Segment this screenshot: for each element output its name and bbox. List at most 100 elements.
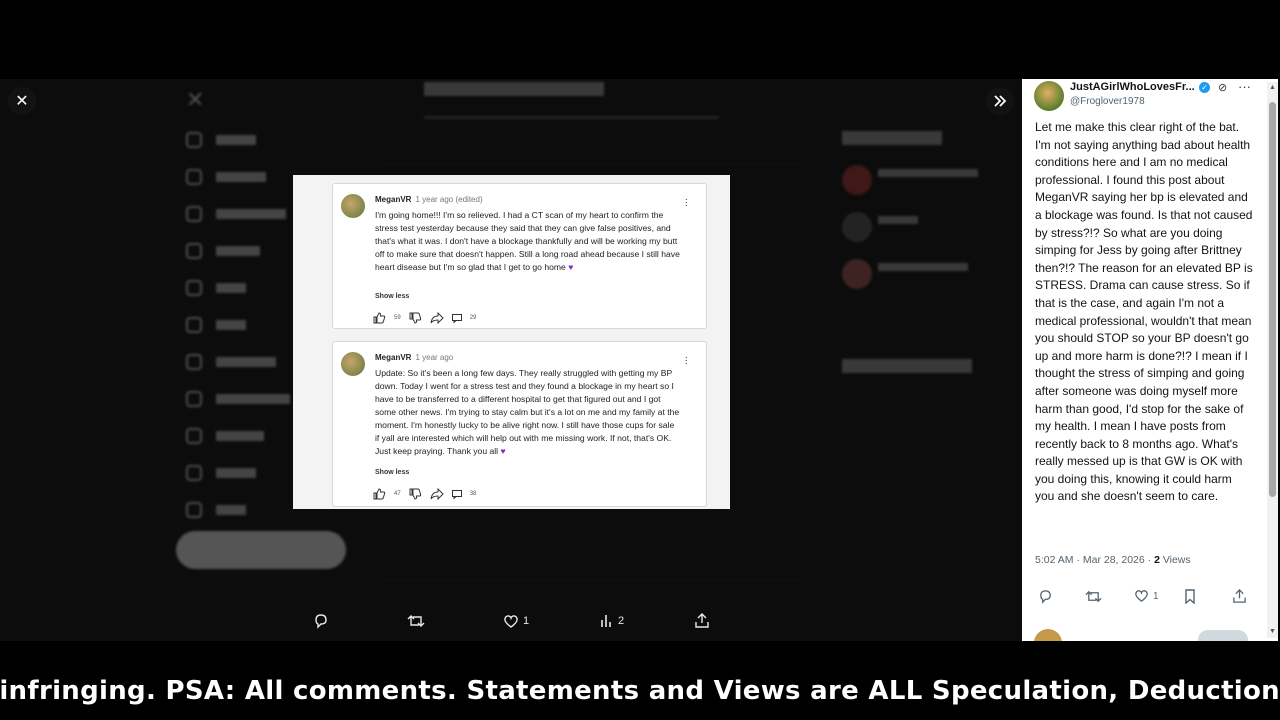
bg-nav-item <box>186 203 286 225</box>
bg-whats-happening <box>842 359 972 373</box>
purple-heart-icon: ♥ <box>500 446 506 456</box>
bg-you-might-like <box>842 131 942 145</box>
like-button[interactable]: 1 <box>503 611 529 631</box>
bookmark-icon <box>1185 589 1195 604</box>
bg-nav-item <box>186 240 260 262</box>
comment-body: I'm going home!!! I'm so relieved. I had… <box>375 210 680 272</box>
grok-icon[interactable]: ⊘ <box>1218 81 1227 94</box>
heart-icon <box>1135 590 1148 602</box>
avatar <box>341 352 365 376</box>
like-count: 1 <box>1153 590 1159 602</box>
like-count: 59 <box>394 315 401 321</box>
comment-actions: 47 38 <box>373 488 476 500</box>
reply-icon <box>315 614 327 629</box>
bg-suggestion-row <box>842 165 1012 199</box>
comment-author: MeganVR 1 year ago <box>375 353 454 362</box>
bg-nav-item <box>186 425 264 447</box>
share-arrow-icon <box>430 488 444 500</box>
more-vertical-icon: · · · <box>684 352 688 369</box>
share-button[interactable] <box>694 611 710 631</box>
next-reply-avatar[interactable] <box>1034 629 1062 641</box>
bg-nav-item <box>186 314 246 336</box>
panel-like-button[interactable]: 1 <box>1134 589 1159 603</box>
media-image: MeganVR 1 year ago (edited) · · · I'm going… <box>293 175 730 509</box>
bg-nav-item <box>186 277 246 299</box>
post-timestamp[interactable]: 5:02 AM · Mar 28, 2026 · <box>1035 554 1154 566</box>
views-label: Views <box>1159 554 1191 566</box>
bg-nav-item <box>186 351 276 373</box>
comment-actions: 59 29 <box>373 312 476 324</box>
like-count: 47 <box>394 491 401 497</box>
thumbs-up-icon <box>373 312 386 324</box>
share-icon <box>1233 589 1246 603</box>
like-count: 1 <box>523 615 530 627</box>
follow-button[interactable] <box>1198 630 1248 641</box>
show-less-link: Show less <box>375 293 410 300</box>
toggle-panel-button[interactable] <box>986 87 1014 115</box>
avatar <box>341 194 365 218</box>
bg-nav-item <box>186 462 256 484</box>
media-action-bar: 1 2 <box>0 603 1022 641</box>
bg-nav-item <box>186 499 246 521</box>
bookmark-button[interactable] <box>1184 589 1196 604</box>
post-detail-panel: JustAGirlWhoLovesFr... ✓ ⊘ ··· @Froglove… <box>1022 79 1278 641</box>
repost-button[interactable] <box>407 611 425 631</box>
verified-badge-icon: ✓ <box>1199 82 1210 93</box>
comment-card: MeganVR 1 year ago (edited) · · · I'm going… <box>332 183 707 329</box>
thumbs-down-icon <box>409 488 421 500</box>
post-meta: 5:02 AM · Mar 28, 2026 · 2 Views <box>1035 554 1191 566</box>
ticker-banner: otherwise be infringing. PSA: All commen… <box>0 676 1280 714</box>
comment-icon <box>451 313 462 323</box>
comment-author: MeganVR 1 year ago (edited) <box>375 195 483 204</box>
post-text: Let me make this clear right of the bat.… <box>1035 120 1253 504</box>
thumbs-down-icon <box>409 312 421 324</box>
reply-count: 29 <box>469 315 477 321</box>
scroll-up-icon[interactable]: ▲ <box>1269 84 1276 91</box>
bg-tab-underline <box>424 116 719 119</box>
author-display-name[interactable]: JustAGirlWhoLovesFr... <box>1070 81 1195 93</box>
repost-icon <box>1085 590 1102 603</box>
bg-nav-item <box>186 166 266 188</box>
view-count: 2 <box>618 615 625 627</box>
panel-scrollbar[interactable]: ▲ ▼ <box>1267 82 1278 638</box>
reply-icon <box>1040 590 1051 604</box>
heart-icon <box>504 614 518 628</box>
show-less-link: Show less <box>375 469 410 476</box>
thumbs-up-icon <box>373 488 386 500</box>
author-handle[interactable]: @Froglover1978 <box>1070 96 1145 107</box>
bg-divider <box>384 579 804 580</box>
bg-suggestion-row <box>842 259 1012 293</box>
comment-card: MeganVR 1 year ago · · · Update: So it's be… <box>332 341 707 507</box>
double-chevron-right-icon <box>994 95 1007 107</box>
reply-button[interactable] <box>313 611 329 631</box>
bg-suggestion-row <box>842 212 1012 246</box>
close-media-button[interactable]: ✕ <box>8 87 36 115</box>
share-icon <box>695 613 709 628</box>
panel-share-button[interactable] <box>1232 589 1247 604</box>
panel-repost-button[interactable] <box>1085 589 1102 604</box>
comment-body: Update: So it's been a long few days. Th… <box>375 368 680 456</box>
scroll-down-icon[interactable]: ▼ <box>1269 628 1276 635</box>
bg-nav-item <box>186 388 290 410</box>
scrollbar-thumb[interactable] <box>1269 102 1276 497</box>
share-arrow-icon <box>430 312 444 324</box>
more-vertical-icon: · · · <box>684 194 688 211</box>
bar-chart-icon <box>601 615 611 627</box>
author-avatar[interactable] <box>1034 81 1064 111</box>
comment-icon <box>451 489 462 499</box>
more-options-icon[interactable]: ··· <box>1238 79 1251 94</box>
post-actions: 1 <box>1022 587 1262 609</box>
bg-divider <box>384 164 804 165</box>
close-icon: ✕ <box>15 93 29 110</box>
bg-profile-header <box>424 82 604 96</box>
repost-icon <box>407 615 425 627</box>
x-logo-icon: ✕ <box>186 88 205 113</box>
purple-heart-icon: ♥ <box>568 262 574 272</box>
top-letterbox <box>0 0 1280 79</box>
ticker-text: otherwise be infringing. PSA: All commen… <box>0 676 1280 706</box>
views-button[interactable]: 2 <box>600 611 624 631</box>
bg-post-button <box>176 531 346 569</box>
reply-count: 38 <box>469 491 477 497</box>
bg-nav-item <box>186 129 256 151</box>
panel-reply-button[interactable] <box>1038 589 1053 604</box>
